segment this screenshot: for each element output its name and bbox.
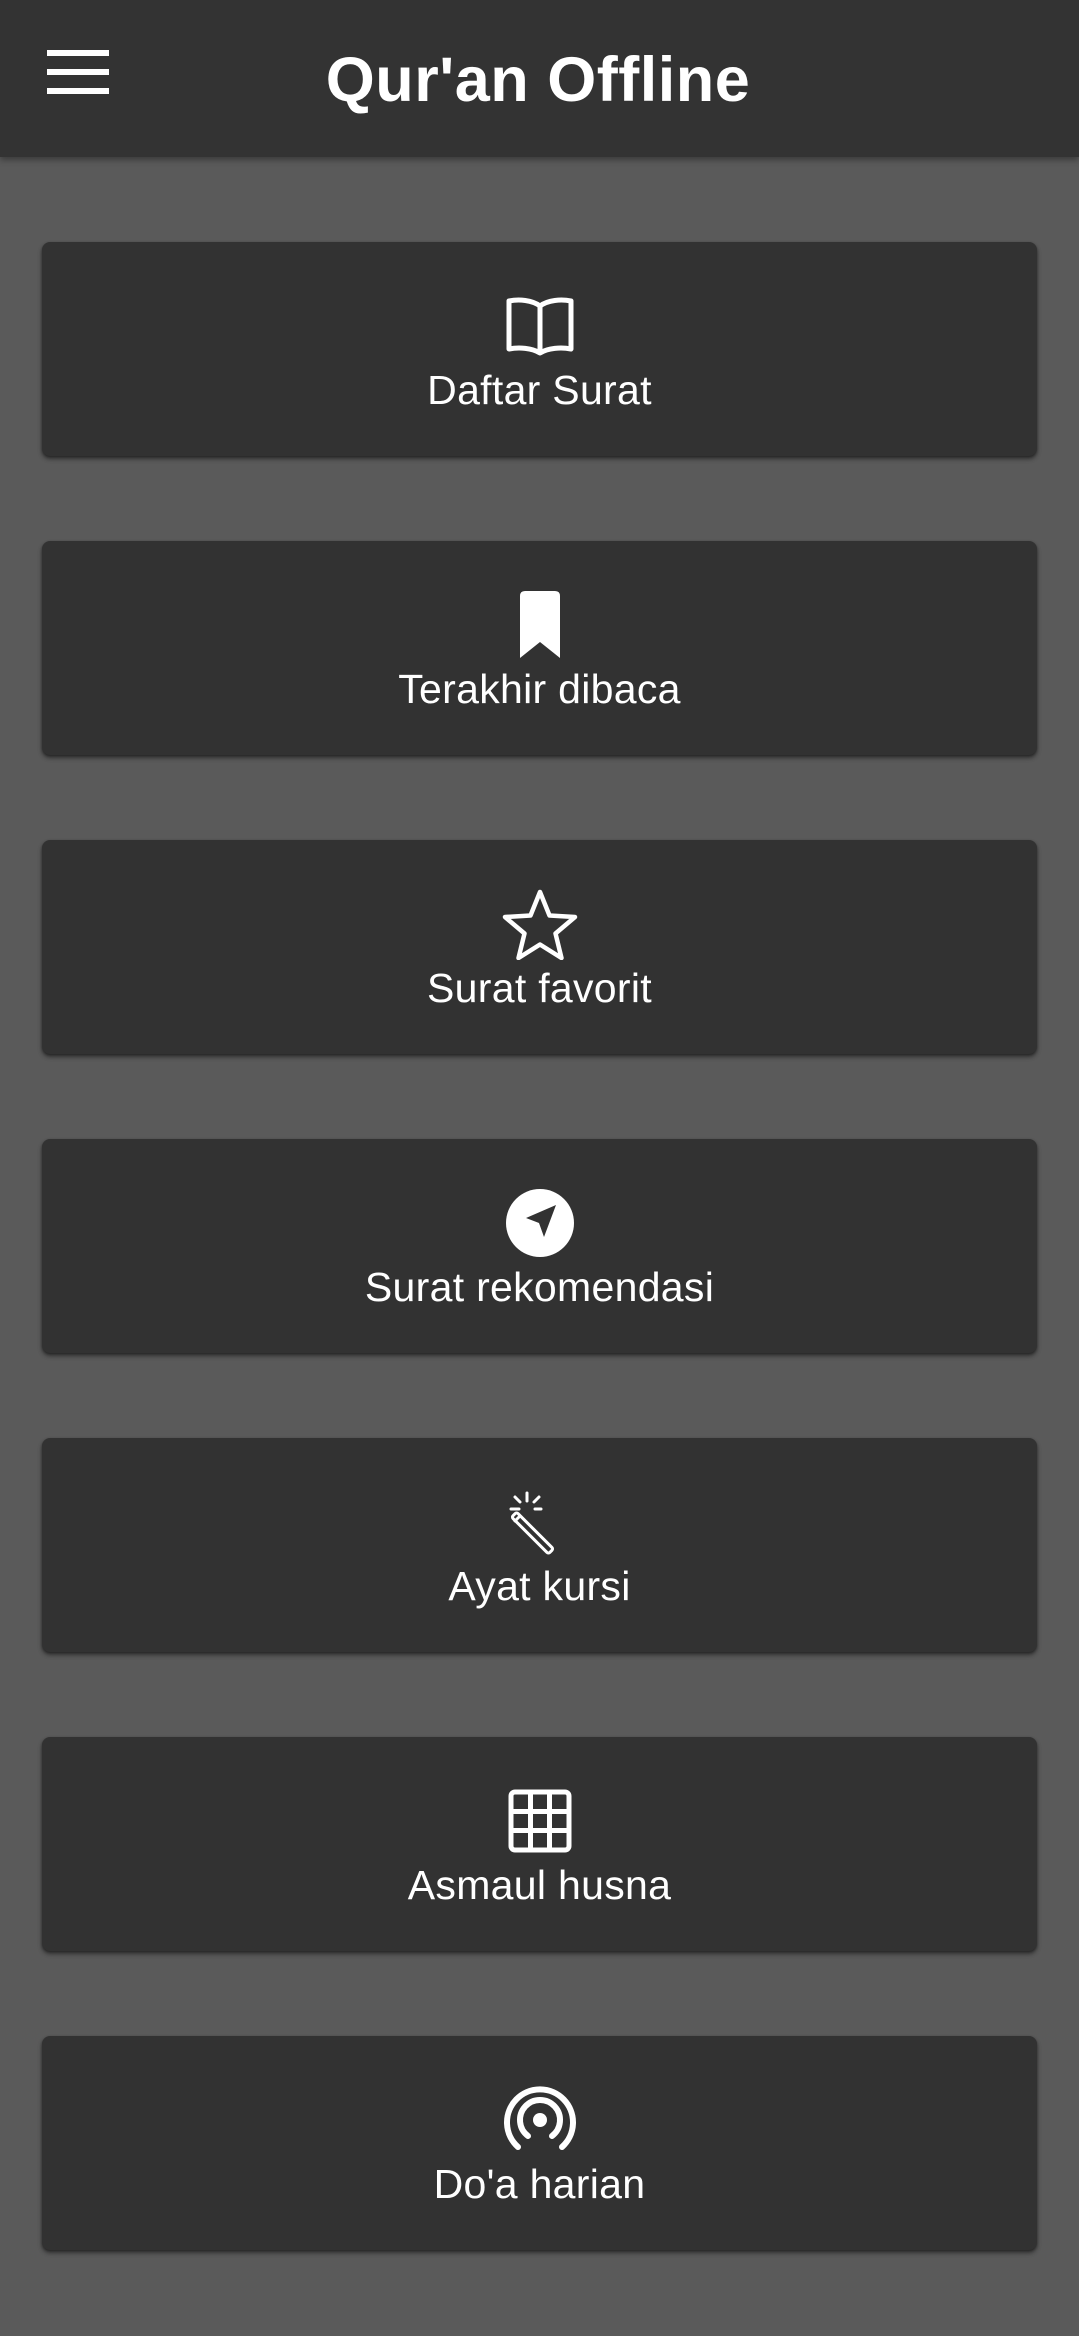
bookmark-icon xyxy=(519,591,560,658)
card-label: Ayat kursi xyxy=(448,1563,631,1609)
card-label: Do'a harian xyxy=(433,2161,646,2207)
card-label: Daftar Surat xyxy=(427,367,652,413)
app-bar: Qur'an Offline xyxy=(0,0,1079,157)
card-label: Surat rekomendasi xyxy=(364,1264,715,1310)
open-book-icon xyxy=(506,297,573,356)
grid-icon xyxy=(508,1789,571,1853)
app-title: Qur'an Offline xyxy=(325,45,751,115)
card-label: Terakhir dibaca xyxy=(398,666,681,712)
menu-card-doa-harian[interactable]: Do'a harian xyxy=(42,2036,1037,2250)
star-outline-icon xyxy=(502,889,577,960)
menu-card-daftar-surat[interactable]: Daftar Surat xyxy=(42,242,1037,456)
navigation-arrow-icon xyxy=(505,1189,574,1257)
card-label: Surat favorit xyxy=(427,965,652,1011)
menu-list: Daftar Surat Terakhir dibaca Surat favor… xyxy=(42,242,1037,2335)
menu-card-ayat-kursi[interactable]: Ayat kursi xyxy=(42,1438,1037,1652)
menu-card-terakhir-dibaca[interactable]: Terakhir dibaca xyxy=(42,541,1037,755)
card-label: Asmaul husna xyxy=(407,1862,672,1908)
broadcast-icon xyxy=(503,2086,576,2150)
menu-card-asmaul-husna[interactable]: Asmaul husna xyxy=(42,1737,1037,1951)
menu-card-surat-favorit[interactable]: Surat favorit xyxy=(42,840,1037,1054)
menu-card-surat-rekomendasi[interactable]: Surat rekomendasi xyxy=(42,1139,1037,1353)
magic-wand-icon xyxy=(509,1491,554,1555)
